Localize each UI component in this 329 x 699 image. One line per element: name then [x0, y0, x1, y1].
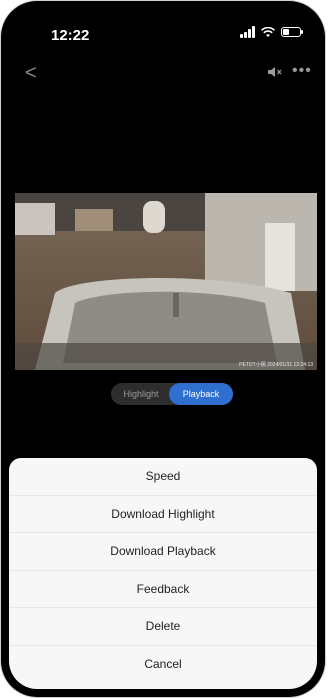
video-watermark: PETOT小佩 2024/01/31 12:24:13 [239, 362, 313, 368]
more-options-icon[interactable]: ••• [292, 61, 312, 81]
signal-icon [240, 26, 255, 38]
app-screen: 12:22 < ••• PETOT小佩 2024/01/31 12:24:13 … [9, 9, 317, 689]
view-toggle: Highlight Playback [111, 383, 233, 405]
battery-icon [281, 27, 303, 37]
download-playback-option[interactable]: Download Playback [9, 533, 317, 571]
mute-speaker-icon[interactable] [267, 66, 283, 78]
video-player[interactable]: PETOT小佩 2024/01/31 12:24:13 [15, 193, 317, 370]
device-frame: 12:22 < ••• PETOT小佩 2024/01/31 12:24:13 … [0, 0, 329, 699]
speed-option[interactable]: Speed [9, 458, 317, 496]
tab-playback[interactable]: Playback [169, 383, 233, 405]
top-nav: < ••• [9, 61, 317, 85]
status-icons [240, 26, 303, 38]
phone-body: 12:22 < ••• PETOT小佩 2024/01/31 12:24:13 … [1, 1, 325, 697]
wifi-icon [261, 26, 275, 37]
back-chevron-icon[interactable]: < [25, 61, 37, 85]
status-time: 12:22 [51, 27, 90, 44]
delete-option[interactable]: Delete [9, 608, 317, 646]
cancel-button[interactable]: Cancel [9, 646, 317, 684]
video-frame-image [15, 193, 317, 370]
tab-highlight[interactable]: Highlight [111, 383, 171, 405]
feedback-option[interactable]: Feedback [9, 571, 317, 608]
download-highlight-option[interactable]: Download Highlight [9, 496, 317, 533]
action-sheet: Speed Download Highlight Download Playba… [9, 458, 317, 689]
